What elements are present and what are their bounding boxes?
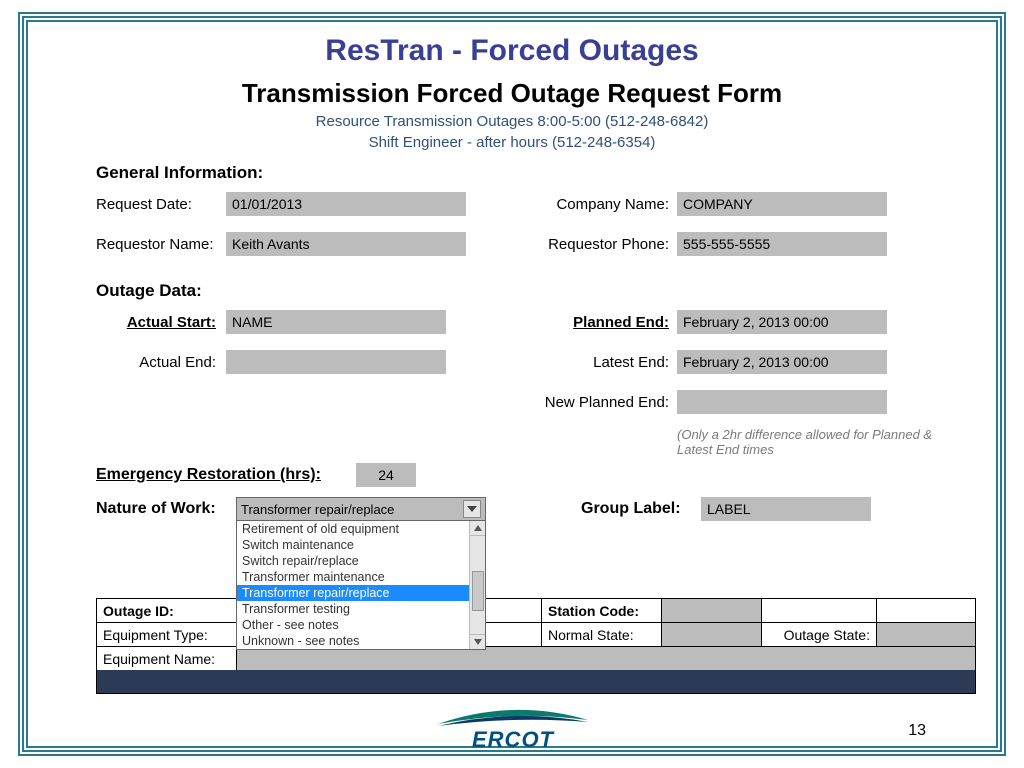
label-company-name: Company Name: [527, 196, 677, 213]
scroll-thumb[interactable] [472, 571, 484, 611]
dropdown-list[interactable]: Retirement of old equipmentSwitch mainte… [236, 520, 486, 650]
logo-text: ERCOT [433, 727, 593, 753]
dropdown-option[interactable]: Switch maintenance [237, 537, 485, 553]
field-request-date[interactable]: 01/01/2013 [226, 192, 466, 216]
page-number: 13 [908, 722, 926, 740]
field-requestor-phone[interactable]: 555-555-5555 [677, 232, 887, 256]
field-group-label[interactable]: LABEL [701, 497, 871, 521]
label-emergency-restoration: Emergency Restoration (hrs): [96, 466, 356, 484]
dropdown-option[interactable]: Unknown - see notes [237, 633, 485, 649]
equipment-table: Outage ID: Station Code: Equipment Type:… [96, 598, 976, 672]
dropdown-option[interactable]: Switch repair/replace [237, 553, 485, 569]
dropdown-nature-of-work[interactable]: Transformer repair/replace Retirement of… [236, 497, 486, 521]
scroll-down-icon[interactable] [470, 634, 485, 649]
slide-inner-frame: ResTran - Forced Outages Transmission Fo… [26, 20, 998, 748]
field-actual-start[interactable]: NAME [226, 310, 446, 334]
contact-line-1: Resource Transmission Outages 8:00-5:00 … [56, 113, 968, 130]
field-actual-end[interactable] [226, 350, 446, 374]
label-normal-state: Normal State: [542, 623, 662, 646]
label-group-label: Group Label: [581, 500, 701, 518]
label-request-date: Request Date: [96, 196, 226, 213]
table-footer-band [96, 670, 976, 694]
label-equipment-type: Equipment Type: [97, 623, 237, 646]
dropdown-option[interactable]: Retirement of old equipment [237, 521, 485, 537]
field-latest-end[interactable]: February 2, 2013 00:00 [677, 350, 887, 374]
label-actual-start: Actual Start: [96, 314, 226, 331]
label-requestor-name: Requestor Name: [96, 236, 226, 253]
label-requestor-phone: Requestor Phone: [527, 236, 677, 253]
field-planned-end[interactable]: February 2, 2013 00:00 [677, 310, 887, 334]
label-outage-state: Outage State: [762, 623, 877, 646]
section-outage-data: Outage Data: [96, 281, 968, 301]
dropdown-option[interactable]: Transformer maintenance [237, 569, 485, 585]
field-company-name[interactable]: COMPANY [677, 192, 887, 216]
label-station-code: Station Code: [542, 599, 662, 622]
dropdown-option[interactable]: Transformer repair/replace [237, 585, 485, 601]
slide-title: ResTran - Forced Outages [56, 34, 968, 68]
ercot-logo: ERCOT [433, 706, 593, 753]
field-normal-state[interactable] [662, 623, 762, 646]
label-actual-end: Actual End: [96, 354, 226, 371]
scroll-up-icon[interactable] [470, 521, 485, 536]
field-outage-state[interactable] [877, 623, 975, 646]
chevron-down-icon[interactable] [463, 500, 481, 518]
field-requestor-name[interactable]: Keith Avants [226, 232, 466, 256]
contact-line-2: Shift Engineer - after hours (512-248-63… [56, 134, 968, 151]
label-latest-end: Latest End: [527, 354, 677, 371]
label-equipment-name: Equipment Name: [97, 647, 237, 671]
spacer-cell [762, 599, 877, 622]
field-emergency-restoration[interactable]: 24 [356, 463, 416, 487]
dropdown-scrollbar[interactable] [469, 521, 485, 649]
end-times-note: (Only a 2hr difference allowed for Plann… [677, 427, 958, 457]
form-title: Transmission Forced Outage Request Form [56, 78, 968, 109]
label-new-planned-end: New Planned End: [527, 394, 677, 411]
label-outage-id: Outage ID: [97, 599, 237, 622]
label-planned-end: Planned End: [527, 314, 677, 331]
field-equipment-name[interactable] [237, 647, 975, 671]
field-new-planned-end[interactable] [677, 390, 887, 414]
section-general-info: General Information: [96, 163, 968, 183]
label-nature-of-work: Nature of Work: [96, 497, 236, 518]
dropdown-selected-value: Transformer repair/replace [241, 502, 463, 517]
dropdown-option[interactable]: Transformer testing [237, 601, 485, 617]
spacer-cell [877, 599, 975, 622]
field-station-code[interactable] [662, 599, 762, 622]
dropdown-option[interactable]: Other - see notes [237, 617, 485, 633]
